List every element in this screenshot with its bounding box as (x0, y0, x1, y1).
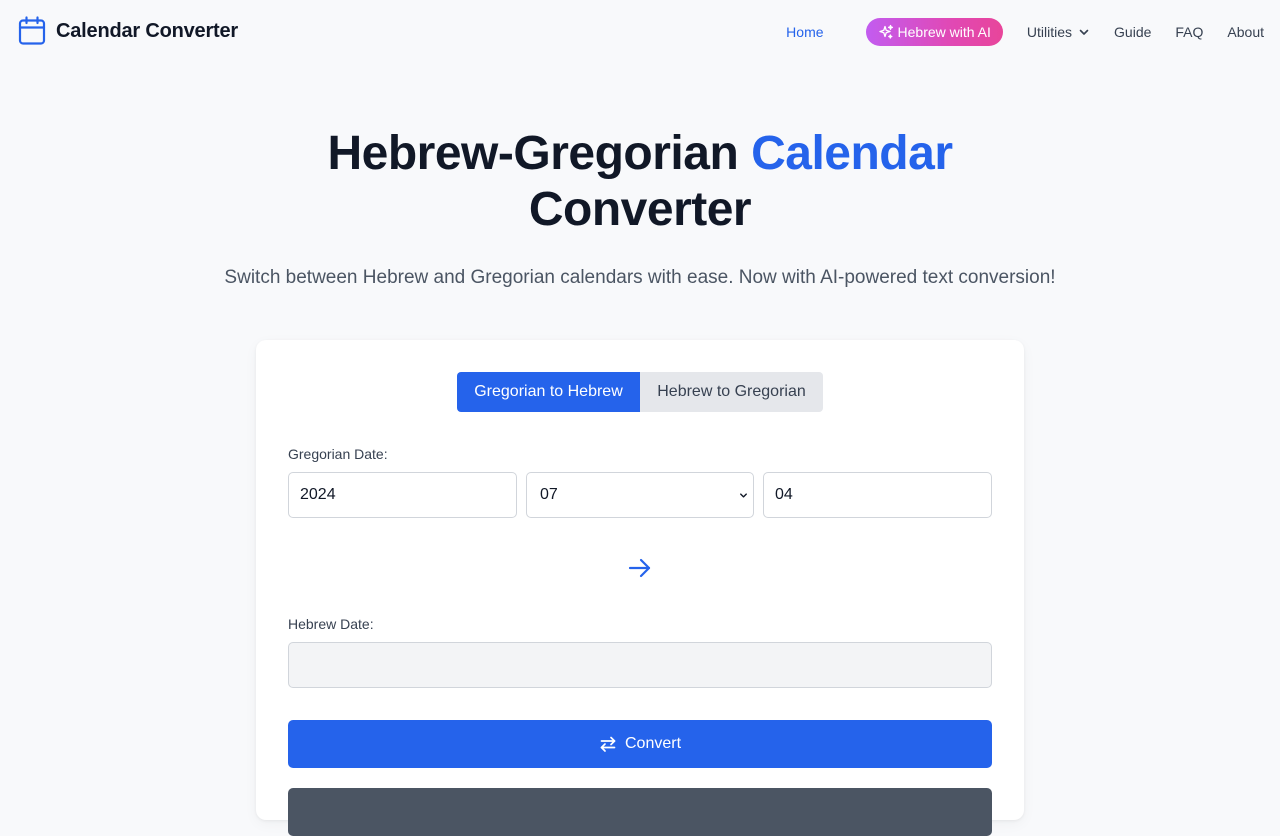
gregorian-date-label: Gregorian Date: (288, 446, 388, 462)
month-select[interactable]: 07 (526, 472, 754, 518)
secondary-button[interactable] (288, 788, 992, 836)
top-nav: Calendar Converter Home Hebrew with AI U… (0, 0, 1280, 64)
nav-links: Home Hebrew with AI Utilities Guide FAQ … (762, 18, 1264, 46)
chevron-down-icon (1079, 29, 1089, 35)
nav-utilities-label: Utilities (1026, 24, 1073, 40)
sparkles-icon (878, 24, 893, 39)
convert-button[interactable]: Convert (288, 720, 992, 768)
converter-card: Gregorian to Hebrew Hebrew to Gregorian … (256, 340, 1024, 836)
page-title: Hebrew-Gregorian Calendar Converter (0, 126, 1280, 238)
tab-gregorian-to-hebrew[interactable]: Gregorian to Hebrew (457, 372, 640, 412)
convert-button-label: Convert (624, 735, 682, 752)
day-input[interactable] (763, 472, 992, 518)
arrow-right-icon (628, 558, 651, 578)
title-part-1: Hebrew-Gregorian (327, 127, 752, 180)
year-input[interactable] (288, 472, 517, 518)
hebrew-date-output[interactable] (288, 642, 992, 688)
nav-faq[interactable]: FAQ (1175, 24, 1203, 40)
brand-name: Calendar Converter (56, 19, 239, 42)
conversion-mode-tabs: Gregorian to Hebrew Hebrew to Gregorian (457, 372, 823, 412)
calendar-icon (18, 16, 46, 45)
nav-hebrew-ai-label: Hebrew with AI (897, 24, 991, 40)
nav-utilities-dropdown[interactable]: Utilities (1027, 24, 1090, 40)
title-part-2: Converter (528, 183, 752, 236)
chevron-down-icon (740, 493, 747, 498)
page-subtitle: Switch between Hebrew and Gregorian cale… (224, 267, 1056, 288)
hebrew-date-label: Hebrew Date: (288, 616, 374, 632)
nav-hebrew-ai-button[interactable]: Hebrew with AI (865, 18, 1003, 46)
swap-arrows-icon (600, 736, 616, 752)
tab-hebrew-to-gregorian[interactable]: Hebrew to Gregorian (640, 372, 823, 412)
nav-home[interactable]: Home (786, 24, 823, 40)
title-accent: Calendar (751, 127, 953, 180)
month-select-value: 07 (540, 486, 558, 503)
nav-guide[interactable]: Guide (1114, 24, 1151, 40)
nav-about[interactable]: About (1227, 24, 1264, 40)
brand[interactable]: Calendar Converter (18, 16, 238, 46)
